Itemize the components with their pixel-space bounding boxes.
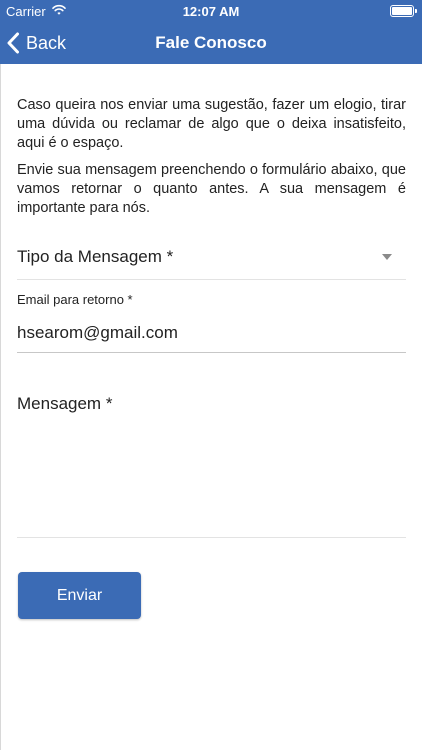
- intro-paragraph-1: Caso queira nos enviar uma sugestão, faz…: [17, 97, 406, 151]
- email-field-group: Email para retorno *: [17, 292, 406, 353]
- email-label: Email para retorno *: [17, 292, 133, 307]
- send-button[interactable]: Enviar: [18, 572, 141, 619]
- message-textarea[interactable]: [17, 422, 406, 532]
- email-field[interactable]: [17, 321, 406, 345]
- status-time: 12:07 AM: [182, 4, 240, 19]
- nav-bar: Back Fale Conosco: [0, 22, 422, 64]
- message-type-select[interactable]: Tipo da Mensagem *: [17, 240, 406, 280]
- message-label: Mensagem *: [17, 394, 113, 413]
- dropdown-caret-icon: [382, 254, 392, 260]
- intro-paragraph-2: Envie sua mensagem preenchendo o formulá…: [17, 162, 406, 216]
- message-field-group: Mensagem *: [17, 386, 406, 538]
- status-bar: Carrier 12:07 AM: [0, 0, 422, 22]
- battery-icon: [390, 5, 417, 17]
- intro-text: Caso queira nos enviar uma sugestão, faz…: [17, 96, 406, 218]
- navigation-header: Carrier 12:07 AM Back Fale Conosco: [0, 0, 422, 64]
- message-type-label: Tipo da Mensagem *: [17, 247, 174, 266]
- left-edge-divider: [0, 64, 1, 750]
- page-title: Fale Conosco: [155, 33, 267, 52]
